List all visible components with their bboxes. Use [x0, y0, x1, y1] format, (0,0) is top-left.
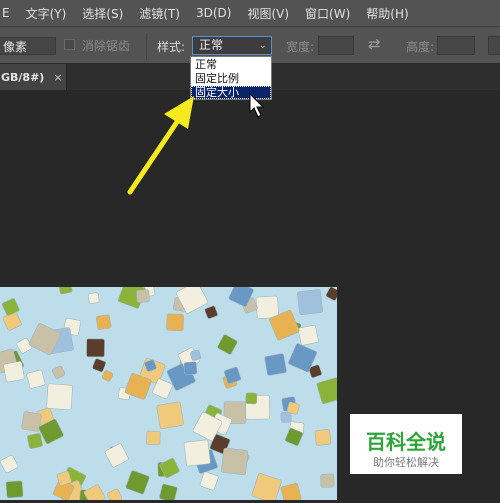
document-tab-label: GB/8#)	[1, 70, 45, 84]
pattern-square	[83, 484, 106, 503]
width-input[interactable]	[318, 36, 354, 55]
pattern-square	[183, 361, 198, 376]
pattern-square	[159, 483, 178, 503]
pattern-square	[0, 454, 19, 474]
style-label: 样式:	[157, 40, 186, 54]
pattern-square	[88, 292, 100, 304]
pattern-square	[3, 361, 25, 383]
pattern-square	[297, 324, 319, 346]
chevron-down-icon: ⌄	[258, 40, 267, 51]
document-tab[interactable]: GB/8#) ×	[0, 64, 67, 90]
pattern-image	[0, 280, 344, 503]
antialias-checkbox[interactable]	[64, 39, 75, 50]
pattern-square	[183, 439, 211, 467]
pattern-square	[86, 338, 105, 358]
menu-window[interactable]: 窗口(W)	[305, 5, 350, 22]
pattern-square	[2, 311, 22, 331]
pattern-square	[264, 353, 287, 376]
pattern-square	[251, 473, 282, 503]
pattern-square	[107, 488, 123, 503]
divider	[146, 33, 147, 59]
pattern-square	[320, 473, 335, 488]
style-select-value: 正常	[199, 38, 224, 52]
pattern-square	[58, 280, 73, 295]
pattern-square	[156, 401, 184, 429]
feather-unit-field[interactable]: 像素	[0, 37, 56, 55]
pattern-square	[217, 334, 238, 355]
pattern-square	[221, 447, 249, 475]
pattern-square	[27, 433, 43, 449]
pattern-square	[190, 349, 202, 361]
antialias-label: 消除锯齿	[82, 39, 131, 53]
height-label: 高度:	[406, 40, 435, 54]
pattern-square	[325, 286, 340, 301]
close-icon[interactable]: ×	[53, 71, 62, 84]
pattern-square	[280, 411, 292, 423]
pattern-square	[297, 289, 323, 315]
pattern-square	[314, 429, 332, 446]
pattern-square	[204, 305, 218, 319]
pattern-square	[286, 401, 300, 415]
dropdown-option-normal[interactable]: 正常	[191, 58, 271, 71]
pattern-square	[255, 295, 279, 319]
pattern-square	[46, 383, 73, 411]
pattern-square	[280, 483, 302, 503]
pattern-square	[51, 365, 66, 379]
watermark-logo: 百科全说 助你轻松解决	[350, 414, 462, 474]
dropdown-option-fixed-size[interactable]: 固定大小	[191, 86, 271, 99]
pattern-square	[26, 369, 46, 389]
pattern-square	[136, 289, 150, 303]
watermark-title: 百科全说	[366, 430, 446, 454]
pattern-square	[199, 471, 219, 491]
pattern-square	[245, 392, 258, 405]
pattern-square	[1, 298, 20, 316]
swap-arrows-icon[interactable]: ⇄	[368, 35, 381, 53]
pattern-square	[316, 377, 344, 405]
menu-select[interactable]: 选择(S)	[82, 5, 123, 22]
annotation-arrow-icon	[127, 96, 194, 195]
menu-help[interactable]: 帮助(H)	[366, 5, 408, 22]
pattern-square	[95, 314, 112, 330]
pattern-square	[146, 430, 161, 446]
height-input[interactable]	[437, 36, 475, 55]
pattern-square	[92, 358, 107, 373]
menu-bar: E 文字(Y) 选择(S) 滤镜(T) 3D(D) 视图(V) 窗口(W) 帮助…	[0, 0, 500, 26]
style-select[interactable]: 正常 ⌄	[192, 36, 272, 55]
pattern-square	[104, 443, 129, 468]
menu-3d[interactable]: 3D(D)	[196, 6, 231, 20]
pattern-square	[16, 337, 33, 354]
dropdown-option-fixed-ratio[interactable]: 固定比例	[191, 72, 271, 85]
canvas-image[interactable]	[0, 280, 344, 503]
pattern-square	[166, 313, 184, 332]
pattern-square	[5, 480, 24, 499]
width-label: 宽度:	[286, 40, 315, 54]
style-dropdown-list: 正常 固定比例 固定大小	[190, 56, 272, 100]
menu-type[interactable]: 文字(Y)	[26, 5, 67, 22]
pattern-square	[101, 370, 114, 382]
menu-view[interactable]: 视图(V)	[247, 5, 289, 22]
pattern-square	[125, 470, 150, 495]
watermark-subtitle: 助你轻松解决	[373, 456, 439, 469]
menu-filter[interactable]: 滤镜(T)	[139, 5, 180, 22]
menu-edit-fragment[interactable]: E	[2, 6, 10, 20]
refine-edge-button[interactable]	[488, 36, 500, 55]
